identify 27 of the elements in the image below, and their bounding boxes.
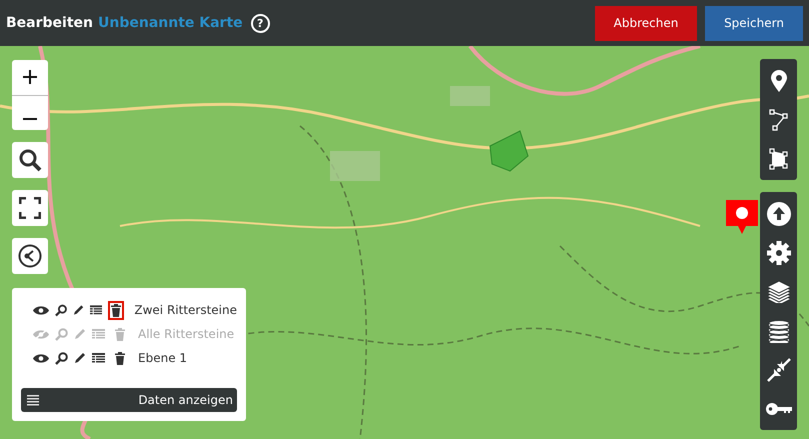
plus-icon <box>23 70 37 84</box>
table-icon[interactable] <box>92 352 105 364</box>
eye-icon[interactable] <box>33 352 49 364</box>
zoom-to-icon[interactable] <box>55 352 68 364</box>
eye-icon[interactable] <box>33 304 49 316</box>
minus-icon <box>23 118 37 120</box>
search-button[interactable] <box>12 142 48 178</box>
list-icon <box>27 394 39 406</box>
search-icon <box>18 148 42 172</box>
zoom-to-icon[interactable] <box>55 304 68 316</box>
help-icon[interactable]: ? <box>250 14 270 32</box>
layer-name[interactable]: Ebene 1 <box>138 351 188 365</box>
fullscreen-button[interactable] <box>12 190 48 226</box>
show-data-label: Daten anzeigen <box>138 393 233 407</box>
save-button[interactable]: Speichern <box>705 6 803 40</box>
cancel-button[interactable]: Abbrechen <box>595 6 697 40</box>
mode-label: Bearbeiten <box>6 15 93 31</box>
share-button[interactable] <box>12 238 48 274</box>
map-marker-icon[interactable] <box>726 200 758 236</box>
show-data-button[interactable]: Daten anzeigen <box>21 388 237 412</box>
edit-icon[interactable] <box>74 352 86 364</box>
edit-icon[interactable] <box>73 304 84 316</box>
fullscreen-icon <box>19 197 41 219</box>
delete-button[interactable] <box>108 300 124 320</box>
table-icon[interactable] <box>90 304 102 316</box>
layer-name[interactable]: Zwei Rittersteine <box>134 303 238 317</box>
share-icon <box>18 244 42 268</box>
